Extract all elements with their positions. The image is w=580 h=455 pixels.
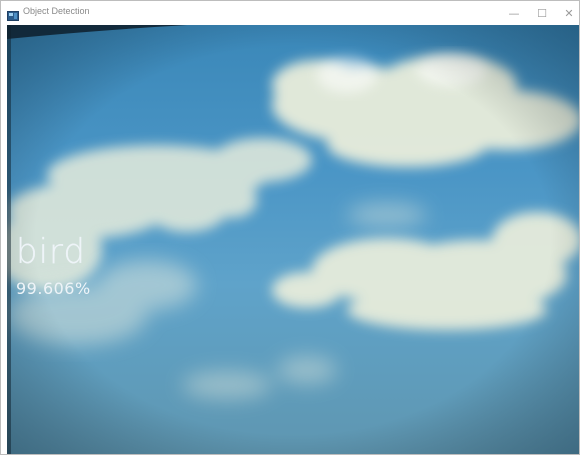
app-window-icon bbox=[7, 7, 19, 21]
detection-confidence: 99.606% bbox=[16, 279, 91, 298]
camera-feed: bird 99.606% bbox=[7, 25, 579, 454]
close-button[interactable]: ✕ bbox=[554, 1, 579, 25]
title-bar[interactable]: Object Detection — ☐ ✕ bbox=[1, 1, 579, 25]
sky-image bbox=[7, 25, 579, 454]
detection-label: bird bbox=[16, 232, 86, 272]
window-title: Object Detection bbox=[23, 6, 90, 16]
maximize-button[interactable]: ☐ bbox=[527, 1, 557, 25]
app-window: Object Detection — ☐ ✕ bird 99.606% bbox=[0, 0, 580, 455]
minimize-button[interactable]: — bbox=[499, 1, 529, 25]
